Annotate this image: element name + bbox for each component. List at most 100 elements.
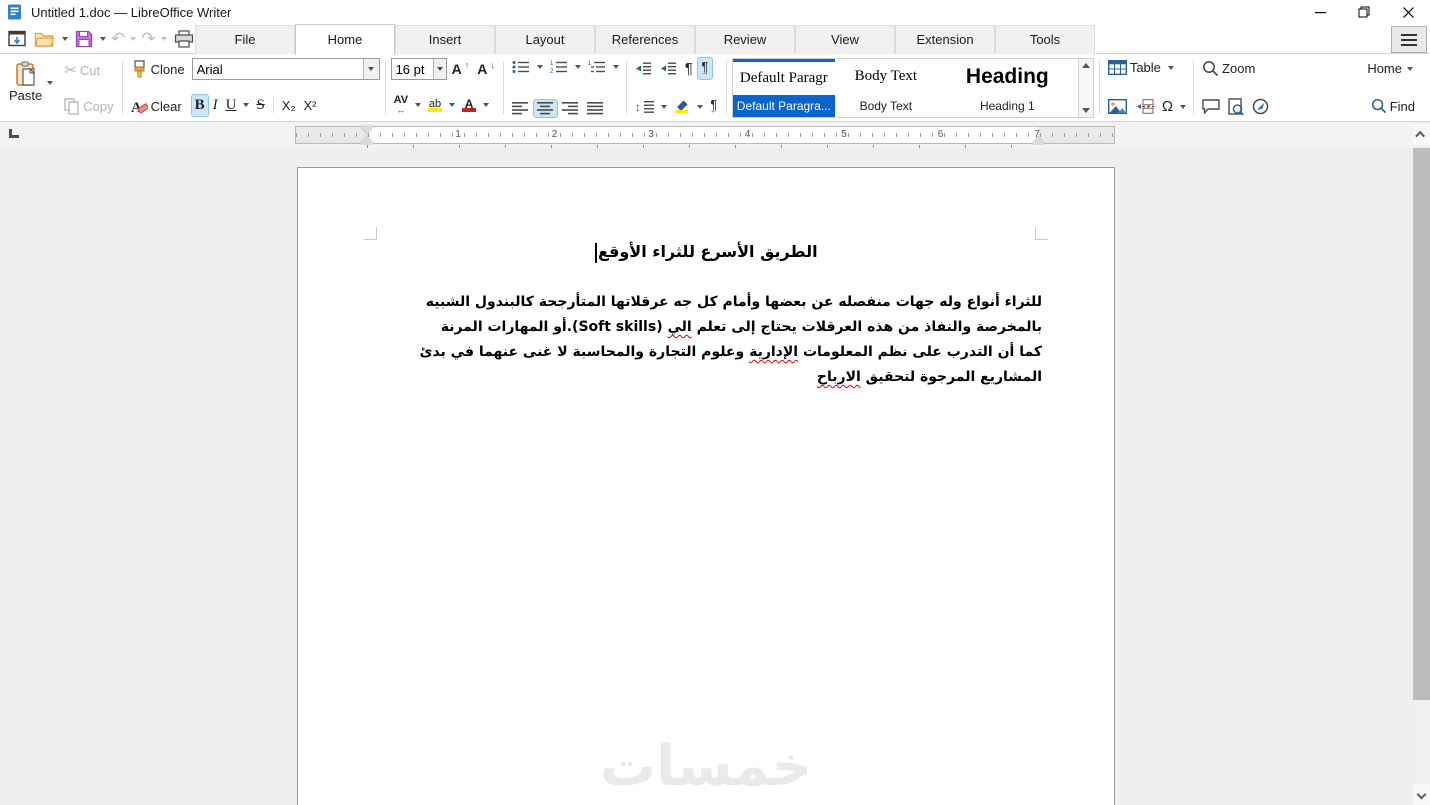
font-size-dropdown[interactable]	[432, 59, 446, 79]
outline-list-button[interactable]: 1	[585, 58, 609, 76]
vertical-scrollbar[interactable]	[1413, 122, 1430, 805]
justify-button[interactable]	[584, 100, 607, 117]
style-heading1[interactable]: Heading Heading 1	[937, 59, 1078, 117]
line-spacing-dropdown[interactable]	[660, 104, 667, 109]
underline-button[interactable]: U	[223, 95, 240, 116]
chevron-down-icon	[1416, 789, 1427, 800]
page-break-button[interactable]	[1132, 97, 1157, 116]
ltr-direction-button[interactable]: ¶ ←	[707, 96, 721, 117]
tab-view[interactable]: View	[795, 25, 895, 54]
numbered-list-dropdown[interactable]	[574, 65, 581, 69]
undo-icon[interactable]: ↶	[111, 29, 125, 49]
insert-table-button[interactable]: Table	[1105, 58, 1164, 77]
shrink-font-button[interactable]: A ↓	[474, 59, 498, 79]
font-color-dropdown[interactable]	[483, 103, 490, 107]
bullet-list-button[interactable]	[509, 58, 533, 76]
document-body[interactable]: للثراء أنواع وله جهات منفصله عن بعضها وأ…	[366, 290, 1042, 390]
menubar-toggle-button[interactable]	[6, 29, 29, 49]
font-size-input[interactable]	[391, 60, 433, 78]
highlight-dropdown[interactable]	[449, 103, 456, 107]
clear-formatting-button[interactable]: A Clear	[128, 96, 188, 117]
formatting-marks-button[interactable]: ¶	[682, 58, 696, 79]
cut-button[interactable]: ✂ Cut	[61, 59, 116, 81]
restore-button[interactable]	[1342, 0, 1386, 24]
tab-extension[interactable]: Extension	[895, 25, 995, 54]
paragraph-background-dropdown[interactable]	[696, 104, 703, 109]
print-preview-button[interactable]	[1225, 96, 1247, 117]
bold-button[interactable]: B	[190, 93, 209, 117]
tab-file[interactable]: File	[195, 25, 295, 54]
align-right-button[interactable]	[559, 100, 582, 117]
insert-image-button[interactable]	[1105, 97, 1130, 116]
left-indent-marker[interactable]	[360, 136, 374, 144]
rtl-direction-button[interactable]: ¶ →	[696, 57, 713, 80]
right-indent-marker[interactable]	[1032, 136, 1044, 144]
special-character-button[interactable]: Ω	[1159, 96, 1176, 117]
zoom-button[interactable]: Zoom	[1199, 58, 1258, 79]
align-center-button[interactable]	[532, 99, 558, 118]
scrollbar-thumb[interactable]	[1413, 148, 1430, 700]
font-name-input[interactable]	[192, 60, 363, 78]
horizontal-ruler[interactable]: 1234567	[295, 126, 1115, 144]
tab-insert[interactable]: Insert	[395, 25, 495, 54]
tab-references[interactable]: References	[595, 25, 695, 54]
close-button[interactable]	[1386, 0, 1430, 24]
grow-font-button[interactable]: A ↑	[449, 59, 473, 79]
font-name-dropdown[interactable]	[362, 59, 379, 79]
comment-button[interactable]	[1199, 97, 1223, 116]
tab-stop-selector[interactable]	[9, 129, 19, 138]
document-title[interactable]: الطريق الأسرع للثراء الأوقع	[298, 242, 1114, 263]
minimize-button[interactable]	[1298, 0, 1342, 24]
style-default-paragraph[interactable]: Default Paragr Default Paragra...	[732, 58, 835, 117]
scroll-up-button[interactable]	[1413, 124, 1430, 145]
document-page[interactable]: الطريق الأسرع للثراء الأوقع للثراء أنواع…	[297, 167, 1115, 805]
tab-tools[interactable]: Tools	[995, 25, 1095, 54]
strikethrough-button[interactable]: S	[253, 95, 267, 116]
save-button[interactable]	[73, 29, 95, 49]
open-dropdown[interactable]	[62, 37, 68, 41]
find-button[interactable]: Find	[1368, 96, 1418, 116]
clone-formatting-button[interactable]: Clone	[128, 58, 188, 80]
numbered-list-button[interactable]: 1 2	[547, 58, 571, 76]
menu-button[interactable]	[1391, 26, 1427, 53]
navigator-button[interactable]	[1249, 96, 1272, 117]
svg-text:2: 2	[550, 69, 554, 74]
decrease-indent-button[interactable]	[657, 60, 680, 77]
subscript-button[interactable]: X₂	[279, 96, 299, 115]
special-character-dropdown[interactable]	[1180, 104, 1187, 109]
paste-button[interactable]: Paste	[6, 59, 45, 105]
save-dropdown[interactable]	[100, 37, 106, 41]
redo-dropdown[interactable]	[160, 37, 167, 41]
gallery-scroll-down-icon[interactable]	[1081, 107, 1090, 113]
scroll-down-button[interactable]	[1413, 784, 1430, 805]
paragraph-background-button[interactable]	[671, 97, 693, 116]
tab-review[interactable]: Review	[695, 25, 795, 54]
gallery-scroll-up-icon[interactable]	[1081, 62, 1090, 68]
home-menu-button[interactable]: Home	[1364, 59, 1418, 78]
superscript-button[interactable]: X²	[301, 96, 320, 115]
font-color-button[interactable]: A	[459, 96, 479, 114]
highlight-color-button[interactable]: ab	[425, 97, 445, 114]
line-spacing-button[interactable]: ↕	[632, 98, 657, 116]
style-body-text[interactable]: Body Text Body Text	[835, 59, 937, 117]
undo-dropdown[interactable]	[130, 37, 137, 41]
paste-dropdown[interactable]	[47, 81, 54, 85]
tab-home[interactable]: Home	[295, 24, 395, 55]
italic-button[interactable]: I	[210, 95, 221, 116]
copy-button[interactable]: Copy	[61, 96, 116, 117]
open-button[interactable]	[32, 30, 57, 49]
underline-dropdown[interactable]	[243, 103, 250, 107]
char-spacing-dropdown[interactable]	[415, 103, 422, 107]
char-spacing-button[interactable]: AV ↔	[391, 93, 411, 117]
align-left-button[interactable]	[509, 100, 532, 117]
redo-icon[interactable]: ↷	[141, 29, 155, 49]
document-area[interactable]: الطريق الأسرع للثراء الأوقع للثراء أنواع…	[0, 148, 1413, 805]
tab-layout[interactable]: Layout	[495, 25, 595, 54]
print-button[interactable]	[172, 29, 196, 49]
bullet-list-dropdown[interactable]	[536, 65, 543, 69]
outline-list-dropdown[interactable]	[612, 65, 619, 69]
first-line-indent-marker[interactable]	[360, 126, 374, 134]
clear-label: Clear	[150, 99, 182, 114]
increase-indent-button[interactable]	[632, 60, 655, 77]
table-dropdown[interactable]	[1167, 65, 1174, 70]
